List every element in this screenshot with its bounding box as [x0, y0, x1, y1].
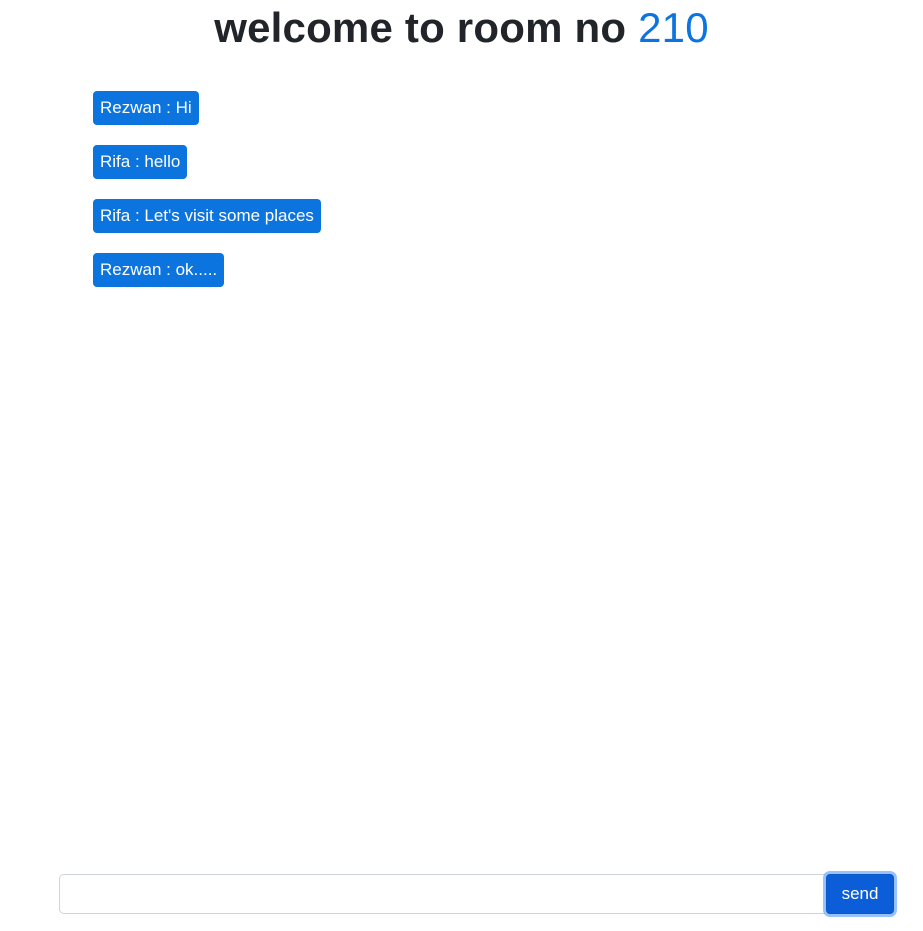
chat-room-page: welcome to room no 210 Rezwan : Hi Rifa … [0, 0, 923, 931]
message-bubble: Rezwan : Hi [93, 91, 199, 125]
message-bubble: Rifa : Let's visit some places [93, 199, 321, 233]
message-bubble: Rifa : hello [93, 145, 188, 179]
message-composer: send [59, 872, 899, 918]
title-prefix: welcome to room no [214, 4, 627, 51]
send-button[interactable]: send [826, 874, 894, 914]
room-number: 210 [638, 4, 709, 51]
message-input[interactable] [59, 874, 825, 914]
message-bubble: Rezwan : ok..... [93, 253, 225, 287]
message-list: Rezwan : Hi Rifa : hello Rifa : Let's vi… [93, 91, 853, 307]
page-title: welcome to room no 210 [0, 0, 923, 58]
